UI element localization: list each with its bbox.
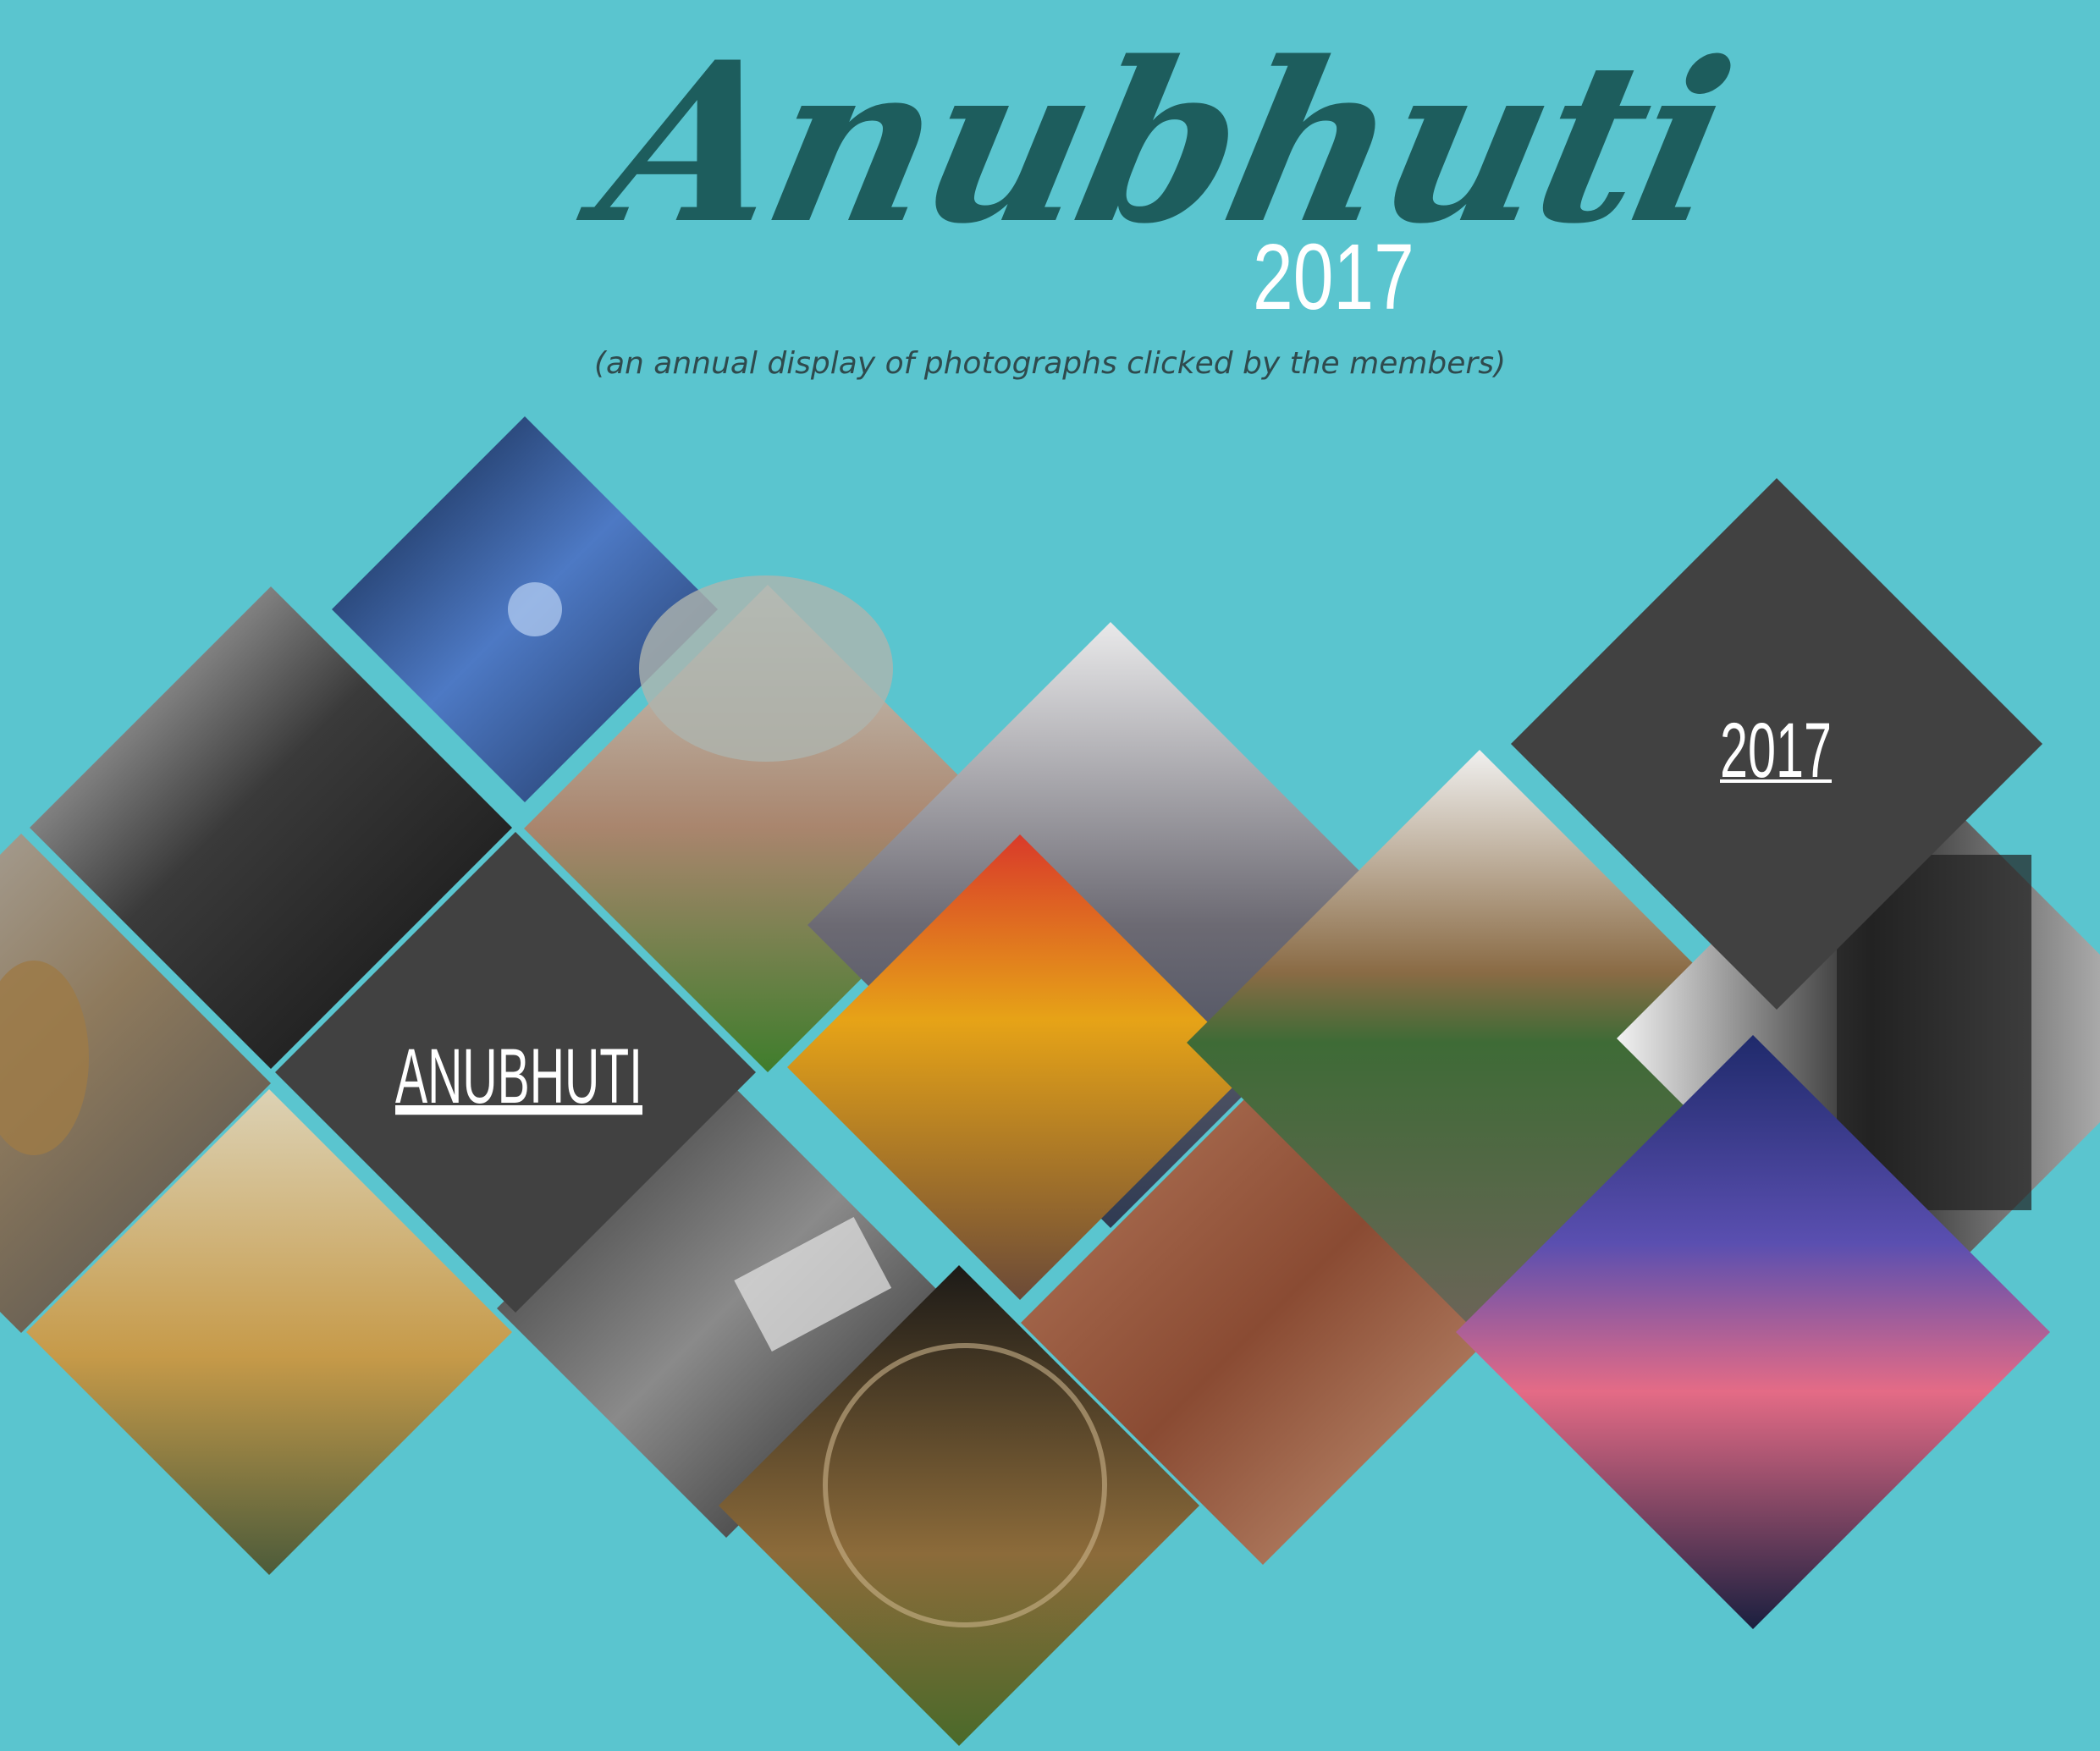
waterdrop-highlight [508, 582, 562, 636]
photo-mosaic: ANUBHUTI 2017 [0, 416, 2100, 1746]
dome-shape [639, 575, 893, 762]
